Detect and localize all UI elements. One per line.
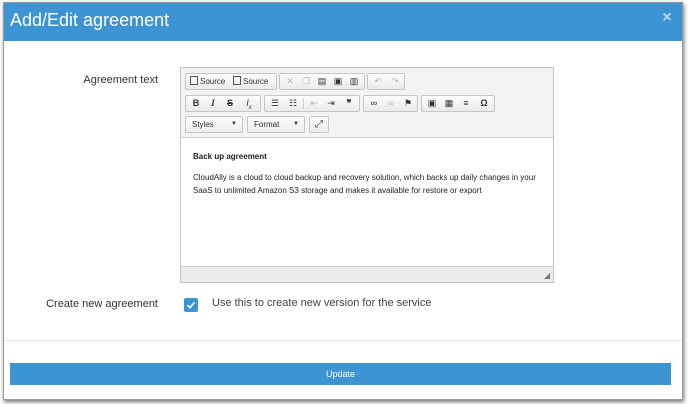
toolbar-group-insert: ▣ ▦ ≡ Ω bbox=[421, 95, 495, 112]
blockquote-icon[interactable]: ❞ bbox=[341, 96, 357, 111]
agreement-dialog: Add/Edit agreement × Agreement text Sour… bbox=[3, 2, 683, 400]
link-icon[interactable]: ∞ bbox=[366, 96, 382, 111]
rich-text-editor: Source Source ✕ ❐ ▤ ▣ ▥ ↶ ↷ B I S Ix ☰ ☷… bbox=[180, 67, 554, 283]
styles-dropdown[interactable]: Styles ▼ bbox=[185, 116, 243, 133]
divider bbox=[4, 340, 682, 341]
chevron-down-icon: ▼ bbox=[293, 121, 299, 127]
bulleted-list-icon[interactable]: ☷ bbox=[285, 96, 301, 111]
cut-icon[interactable]: ✕ bbox=[282, 74, 298, 89]
horizontal-rule-icon[interactable]: ≡ bbox=[458, 96, 474, 111]
toolbar-group-paragraph: ☰ ☷ ⇤ ⇥ ❞ bbox=[264, 95, 360, 112]
toolbar-group-source: Source Source bbox=[185, 73, 277, 90]
dialog-title: Add/Edit agreement bbox=[10, 10, 170, 30]
close-icon[interactable]: × bbox=[660, 9, 674, 27]
outdent-icon[interactable]: ⇤ bbox=[306, 96, 322, 111]
anchor-icon[interactable]: ⚑ bbox=[400, 96, 416, 111]
source-button-1[interactable]: Source bbox=[190, 74, 225, 89]
create-new-version-checkbox[interactable] bbox=[184, 298, 198, 312]
paste-text-icon[interactable]: ▣ bbox=[330, 74, 346, 89]
toolbar-group-undo: ↶ ↷ bbox=[367, 73, 405, 90]
toolbar-group-basic: B I S Ix bbox=[185, 95, 261, 112]
indent-icon[interactable]: ⇥ bbox=[323, 96, 339, 111]
editor-toolbar: Source Source ✕ ❐ ▤ ▣ ▥ ↶ ↷ B I S Ix ☰ ☷… bbox=[181, 68, 553, 138]
undo-icon[interactable]: ↶ bbox=[370, 74, 386, 89]
toolbar-group-tools: ⤢ bbox=[309, 116, 329, 133]
toolbar-group-links: ∞ ∞ ⚑ bbox=[363, 95, 418, 112]
numbered-list-icon[interactable]: ☰ bbox=[267, 96, 283, 111]
agreement-text-label: Agreement text bbox=[83, 74, 158, 86]
bold-icon[interactable]: B bbox=[188, 96, 204, 111]
strike-icon[interactable]: S bbox=[222, 96, 238, 111]
checkbox-description: Use this to create new version for the s… bbox=[212, 297, 432, 309]
create-agreement-label: Create new agreement bbox=[46, 298, 158, 310]
chevron-down-icon: ▼ bbox=[231, 121, 237, 127]
paste-word-icon[interactable]: ▥ bbox=[346, 74, 362, 89]
update-button[interactable]: Update bbox=[10, 363, 671, 385]
resize-handle-icon[interactable] bbox=[544, 273, 550, 279]
toolbar-group-clipboard: ✕ ❐ ▤ ▣ ▥ bbox=[279, 73, 365, 90]
source-button-2[interactable]: Source bbox=[233, 74, 268, 89]
remove-format-icon[interactable]: Ix bbox=[241, 96, 257, 111]
dialog-header: Add/Edit agreement × bbox=[4, 3, 682, 41]
unlink-icon[interactable]: ∞ bbox=[383, 96, 399, 111]
editor-content-area[interactable]: Back up agreement CloudAlly is a cloud t… bbox=[181, 138, 553, 266]
source-icon bbox=[190, 76, 198, 85]
source-icon bbox=[233, 76, 241, 85]
copy-icon[interactable]: ❐ bbox=[298, 74, 314, 89]
paste-icon[interactable]: ▤ bbox=[314, 74, 330, 89]
redo-icon[interactable]: ↷ bbox=[387, 74, 403, 89]
content-heading: Back up agreement bbox=[193, 152, 267, 161]
table-icon[interactable]: ▦ bbox=[441, 96, 457, 111]
checkmark-icon bbox=[186, 301, 196, 309]
image-icon[interactable]: ▣ bbox=[424, 96, 440, 111]
maximize-icon[interactable]: ⤢ bbox=[311, 117, 327, 132]
italic-icon[interactable]: I bbox=[205, 96, 221, 111]
format-dropdown[interactable]: Format ▼ bbox=[247, 116, 305, 133]
editor-status-bar bbox=[181, 266, 553, 282]
content-body: CloudAlly is a cloud to cloud backup and… bbox=[193, 173, 536, 195]
special-char-icon[interactable]: Ω bbox=[476, 96, 492, 111]
